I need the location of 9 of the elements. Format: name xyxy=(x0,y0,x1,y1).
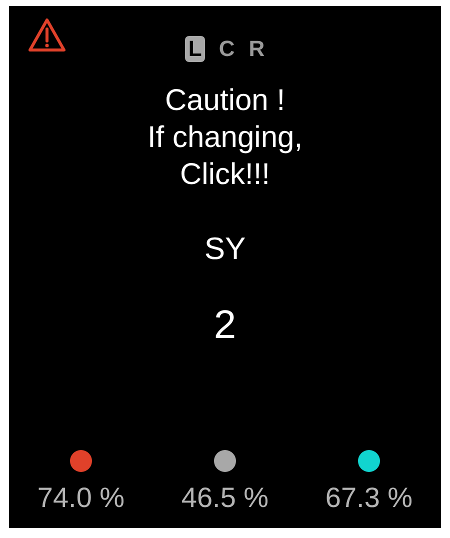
channel-tab[interactable]: L xyxy=(185,36,205,62)
percent-reading: 67.3 % xyxy=(325,482,413,514)
parameter-name: SY xyxy=(204,231,246,267)
caution-message: Caution ! If changing, Click!!! xyxy=(147,83,303,193)
parameter-value: 2 xyxy=(214,303,236,347)
channel-tab[interactable]: R xyxy=(248,37,265,61)
percent-reading: 46.5 % xyxy=(181,482,269,514)
percent-reading: 74.0 % xyxy=(37,482,125,514)
channel-tab[interactable]: C xyxy=(218,37,235,61)
